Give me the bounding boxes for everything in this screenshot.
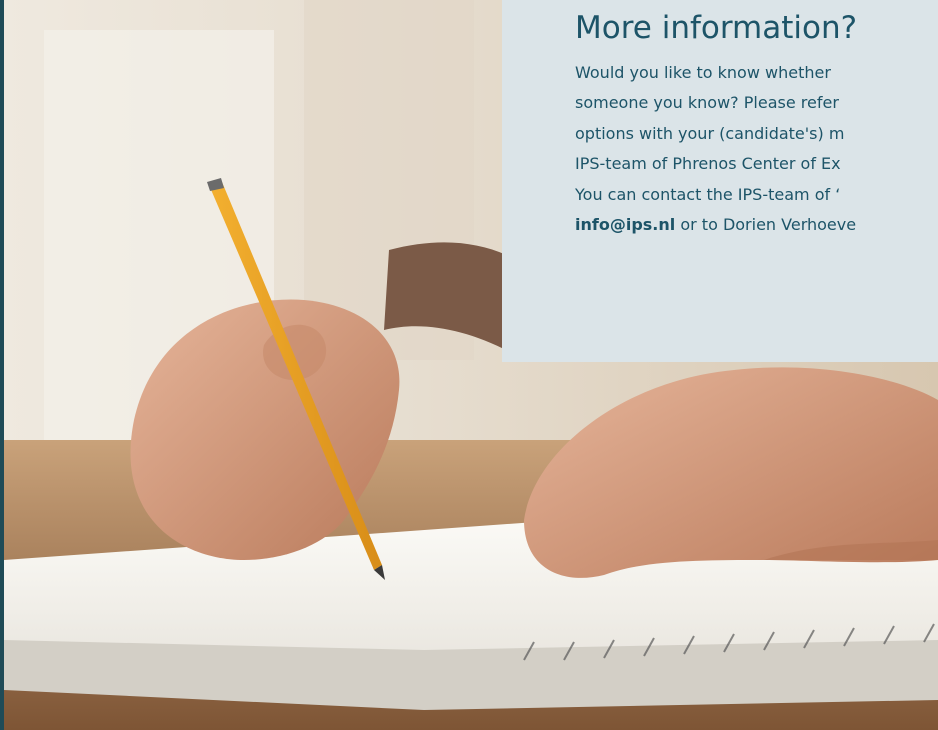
more-information-card: More information? Would you like to know… [502, 0, 938, 362]
info-line-5: You can contact the IPS-team of ‘ [575, 184, 841, 204]
info-text: Would you like to know whether someone y… [575, 58, 938, 240]
info-line-3: options with your (candidate's) m [575, 123, 845, 143]
email-link[interactable]: info@ips.nl [575, 215, 675, 234]
info-line-6: info@ips.nl or to Dorien Verhoeve [575, 210, 938, 240]
info-line-2: someone you know? Please refer [575, 93, 839, 113]
info-line-6-suffix: or to Dorien Verhoeve [675, 215, 857, 235]
info-title: More information? [575, 10, 858, 46]
info-line-1: Would you like to know whether [575, 63, 831, 82]
hero-section: More information? Would you like to know… [4, 0, 938, 730]
info-line-4: IPS-team of Phrenos Center of Ex [575, 154, 841, 174]
